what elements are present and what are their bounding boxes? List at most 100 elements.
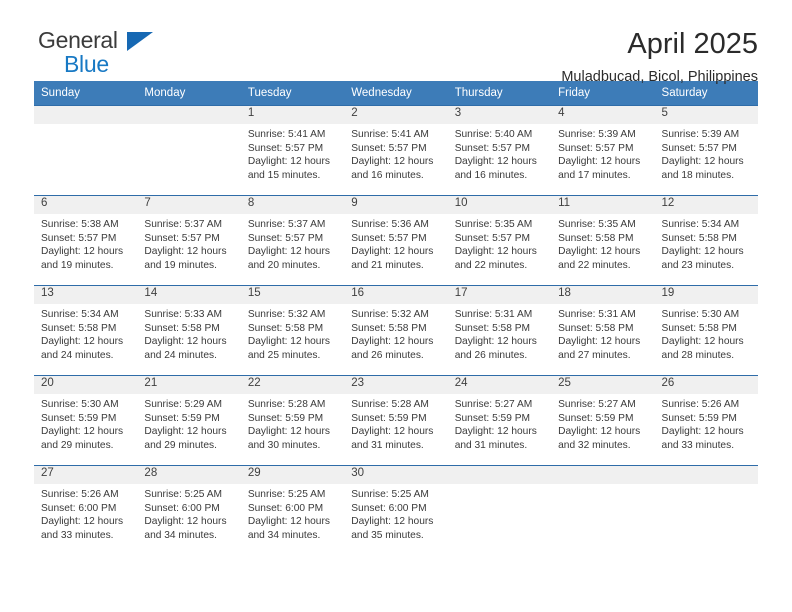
day-number: 25 [551,376,655,394]
calendar-day-cell[interactable]: 4 Sunrise: 5:39 AM Sunset: 5:57 PM Daylight… [551,105,655,196]
day-number [447,466,552,484]
sunset-text: Sunset: 5:57 PM [454,232,531,244]
day-cell-inner: 29 Sunrise: 5:25 AM Sunset: 6:00 PM Dayligh… [240,466,345,555]
sunset-text: Sunset: 5:58 PM [351,322,427,334]
sunrise-text: Sunrise: 5:29 AM [144,399,223,410]
sunset-text: Sunset: 5:57 PM [41,232,117,244]
calendar-week-row: 27 Sunrise: 5:26 AM Sunset: 6:00 PM Dayligh… [34,465,758,555]
sunset-text: Sunset: 5:57 PM [351,142,427,154]
day-cell-inner: 24 Sunrise: 5:27 AM Sunset: 5:59 PM Dayligh… [447,376,552,465]
daylight-text-line2: and 33 minutes. [661,439,735,451]
calendar-day-cell[interactable]: 3 Sunrise: 5:40 AM Sunset: 5:57 PM Daylight… [447,105,552,196]
sunrise-text: Sunrise: 5:32 AM [351,309,429,320]
calendar-day-cell[interactable]: 25 Sunrise: 5:27 AM Sunset: 5:59 PM Dayligh… [551,375,655,466]
day-cell-inner: 7 Sunrise: 5:37 AM Sunset: 5:57 PM Daylight… [137,196,241,285]
day-sun-info: Sunrise: 5:32 AM Sunset: 5:58 PM Daylight:… [344,304,447,362]
calendar-day-cell[interactable]: 11 Sunrise: 5:35 AM Sunset: 5:58 PM Dayligh… [551,195,655,286]
calendar-day-cell[interactable]: 13 Sunrise: 5:34 AM Sunset: 5:58 PM Dayligh… [34,285,138,376]
calendar-day-cell[interactable]: 10 Sunrise: 5:35 AM Sunset: 5:57 PM Dayligh… [447,195,552,286]
day-cell-inner [34,106,138,195]
weekday-header-tuesday: Tuesday [240,81,345,106]
day-sun-info [655,484,758,488]
daylight-text-line1: Daylight: 12 hours [454,246,537,258]
daylight-text-line2: and 15 minutes. [247,169,321,181]
day-sun-info: Sunrise: 5:26 AM Sunset: 6:00 PM Daylight:… [34,484,137,542]
day-sun-info: Sunrise: 5:38 AM Sunset: 5:57 PM Daylight:… [34,214,137,272]
calendar-day-cell[interactable]: 16 Sunrise: 5:32 AM Sunset: 5:58 PM Dayligh… [344,285,448,376]
calendar-day-cell[interactable]: 5 Sunrise: 5:39 AM Sunset: 5:57 PM Daylight… [654,105,758,196]
calendar-day-cell[interactable]: 28 Sunrise: 5:25 AM Sunset: 6:00 PM Dayligh… [137,465,241,555]
daylight-text-line1: Daylight: 12 hours [558,246,641,258]
day-sun-info: Sunrise: 5:31 AM Sunset: 5:58 PM Daylight:… [448,304,551,362]
day-sun-info: Sunrise: 5:31 AM Sunset: 5:58 PM Daylight:… [551,304,654,362]
calendar-day-cell[interactable]: 23 Sunrise: 5:28 AM Sunset: 5:59 PM Dayligh… [344,375,448,466]
day-cell-inner [551,466,655,555]
calendar-day-cell[interactable]: 24 Sunrise: 5:27 AM Sunset: 5:59 PM Dayligh… [447,375,552,466]
daylight-text-line1: Daylight: 12 hours [351,426,434,438]
sunrise-text: Sunrise: 5:33 AM [144,309,223,320]
day-sun-info: Sunrise: 5:26 AM Sunset: 5:59 PM Daylight:… [655,394,758,452]
daylight-text-line2: and 24 minutes. [41,349,114,361]
calendar-week-row: 6 Sunrise: 5:38 AM Sunset: 5:57 PM Daylight… [34,195,758,286]
calendar-day-cell[interactable]: 18 Sunrise: 5:31 AM Sunset: 5:58 PM Dayligh… [551,285,655,376]
daylight-text-line1: Daylight: 12 hours [661,156,744,168]
calendar-day-cell[interactable]: 26 Sunrise: 5:26 AM Sunset: 5:59 PM Dayligh… [654,375,758,466]
calendar-day-cell[interactable]: 9 Sunrise: 5:36 AM Sunset: 5:57 PM Daylight… [344,195,448,286]
sunrise-text: Sunrise: 5:40 AM [454,129,533,140]
calendar-day-cell[interactable]: 22 Sunrise: 5:28 AM Sunset: 5:59 PM Dayligh… [240,375,345,466]
daylight-text-line2: and 22 minutes. [454,259,528,271]
calendar-day-cell[interactable]: 20 Sunrise: 5:30 AM Sunset: 5:59 PM Dayligh… [34,375,138,466]
daylight-text-line2: and 21 minutes. [351,259,424,271]
calendar-empty-cell [447,465,552,555]
sunrise-text: Sunrise: 5:41 AM [351,129,429,140]
sunrise-text: Sunrise: 5:38 AM [41,219,119,230]
sunset-text: Sunset: 5:57 PM [351,232,427,244]
sunrise-text: Sunrise: 5:37 AM [144,219,223,230]
daylight-text-line2: and 19 minutes. [41,259,114,271]
day-number: 23 [344,376,448,394]
day-number: 9 [344,196,448,214]
day-cell-inner: 13 Sunrise: 5:34 AM Sunset: 5:58 PM Dayligh… [34,286,138,375]
day-sun-info: Sunrise: 5:28 AM Sunset: 5:59 PM Daylight:… [241,394,344,452]
day-cell-inner: 27 Sunrise: 5:26 AM Sunset: 6:00 PM Dayligh… [34,466,138,555]
calendar-day-cell[interactable]: 15 Sunrise: 5:32 AM Sunset: 5:58 PM Dayligh… [240,285,345,376]
weekday-header-monday: Monday [137,81,241,106]
sunrise-text: Sunrise: 5:25 AM [247,489,326,500]
calendar-day-cell[interactable]: 29 Sunrise: 5:25 AM Sunset: 6:00 PM Dayligh… [240,465,345,555]
day-sun-info [448,484,551,488]
daylight-text-line1: Daylight: 12 hours [454,336,537,348]
calendar-day-cell[interactable]: 8 Sunrise: 5:37 AM Sunset: 5:57 PM Daylight… [240,195,345,286]
calendar-day-cell[interactable]: 12 Sunrise: 5:34 AM Sunset: 5:58 PM Dayligh… [654,195,758,286]
sunrise-text: Sunrise: 5:30 AM [41,399,119,410]
sunset-text: Sunset: 5:58 PM [454,322,531,334]
daylight-text-line2: and 34 minutes. [144,529,217,541]
calendar-day-cell[interactable]: 19 Sunrise: 5:30 AM Sunset: 5:58 PM Dayligh… [654,285,758,376]
day-sun-info [551,484,654,488]
daylight-text-line1: Daylight: 12 hours [41,246,124,258]
daylight-text-line1: Daylight: 12 hours [247,336,330,348]
daylight-text-line1: Daylight: 12 hours [558,156,641,168]
daylight-text-line2: and 18 minutes. [661,169,735,181]
sunrise-text: Sunrise: 5:36 AM [351,219,429,230]
day-number: 10 [447,196,552,214]
calendar-day-cell[interactable]: 17 Sunrise: 5:31 AM Sunset: 5:58 PM Dayligh… [447,285,552,376]
day-number [654,466,758,484]
sunset-text: Sunset: 5:57 PM [247,142,324,154]
general-blue-logo[interactable]: General Blue [34,27,164,83]
calendar-day-cell[interactable]: 7 Sunrise: 5:37 AM Sunset: 5:57 PM Daylight… [137,195,241,286]
calendar-day-cell[interactable]: 21 Sunrise: 5:29 AM Sunset: 5:59 PM Dayligh… [137,375,241,466]
daylight-text-line2: and 31 minutes. [351,439,424,451]
day-sun-info: Sunrise: 5:35 AM Sunset: 5:58 PM Daylight:… [551,214,654,272]
calendar-day-cell[interactable]: 14 Sunrise: 5:33 AM Sunset: 5:58 PM Dayligh… [137,285,241,376]
calendar-day-cell[interactable]: 2 Sunrise: 5:41 AM Sunset: 5:57 PM Daylight… [344,105,448,196]
day-number: 16 [344,286,448,304]
sunset-text: Sunset: 5:58 PM [247,322,324,334]
calendar-day-cell[interactable]: 30 Sunrise: 5:25 AM Sunset: 6:00 PM Dayligh… [344,465,448,555]
weekday-header-thursday: Thursday [447,81,552,106]
day-cell-inner: 6 Sunrise: 5:38 AM Sunset: 5:57 PM Daylight… [34,196,138,285]
calendar-day-cell[interactable]: 1 Sunrise: 5:41 AM Sunset: 5:57 PM Daylight… [240,105,345,196]
day-number: 21 [137,376,241,394]
calendar-day-cell[interactable]: 27 Sunrise: 5:26 AM Sunset: 6:00 PM Dayligh… [34,465,138,555]
day-cell-inner: 25 Sunrise: 5:27 AM Sunset: 5:59 PM Dayligh… [551,376,655,465]
calendar-day-cell[interactable]: 6 Sunrise: 5:38 AM Sunset: 5:57 PM Daylight… [34,195,138,286]
